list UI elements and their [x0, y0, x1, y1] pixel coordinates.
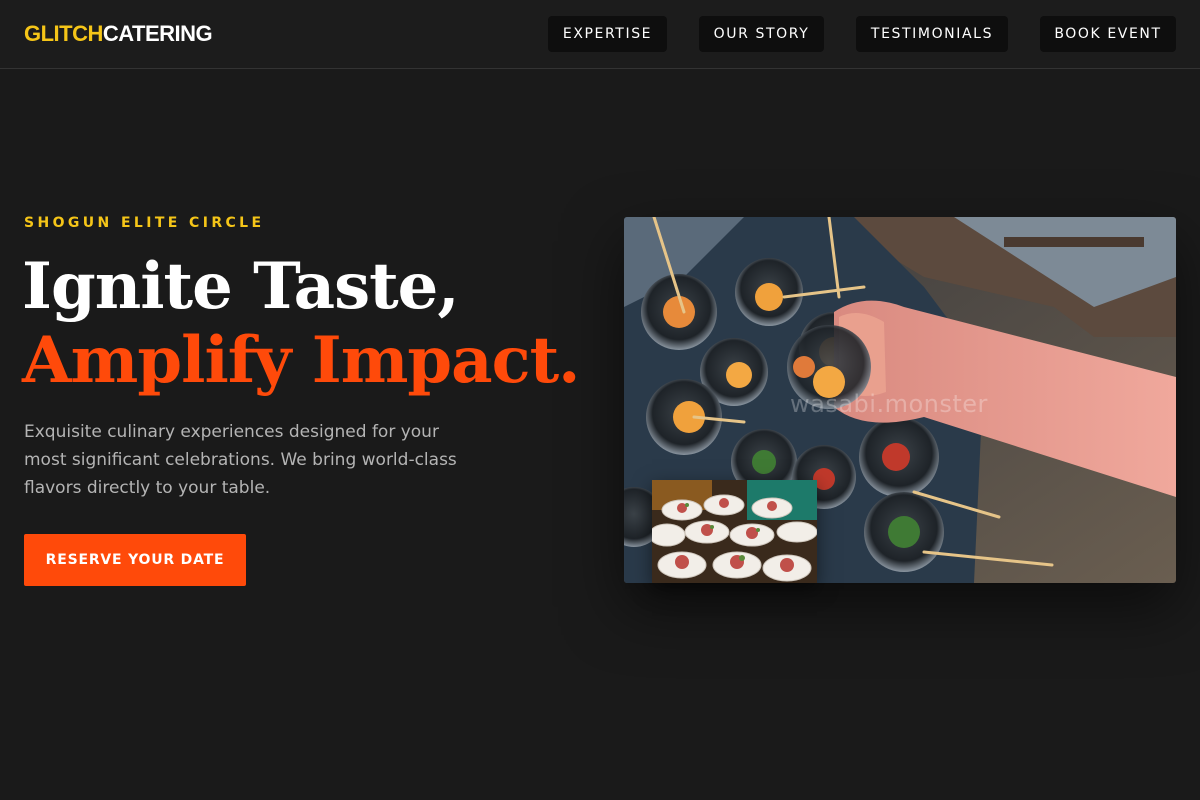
- hero-headline: Ignite Taste, Amplify Impact.: [22, 249, 580, 398]
- site-header: GLITCHCATERING EXPERTISE OUR STORY TESTI…: [0, 0, 1200, 69]
- image-watermark: wasabi.monster: [790, 390, 988, 418]
- headline-line-2: Amplify Impact.: [22, 323, 580, 398]
- nav-our-story-button[interactable]: OUR STORY: [699, 16, 824, 52]
- nav-expertise-button[interactable]: EXPERTISE: [548, 16, 667, 52]
- site-logo[interactable]: GLITCHCATERING: [24, 20, 213, 48]
- hero-description: Exquisite culinary experiences designed …: [24, 422, 457, 498]
- nav-book-event-button[interactable]: BOOK EVENT: [1040, 16, 1176, 52]
- headline-line-1: Ignite Taste,: [22, 249, 460, 324]
- nav-testimonials-button[interactable]: TESTIMONIALS: [856, 16, 1008, 52]
- logo-accent-text: GLITCH: [24, 21, 103, 46]
- hero-eyebrow: SHOGUN ELITE CIRCLE: [24, 215, 265, 231]
- reserve-date-button[interactable]: RESERVE YOUR DATE: [24, 534, 246, 586]
- inset-food-image: [652, 480, 817, 583]
- logo-main-text: CATERING: [102, 21, 213, 46]
